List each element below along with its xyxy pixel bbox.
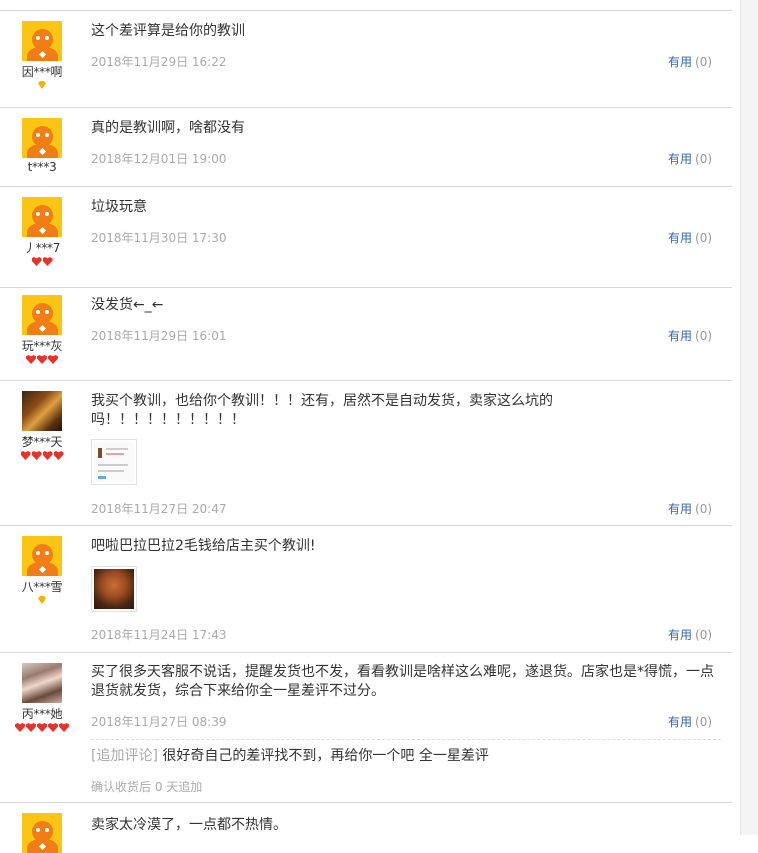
heart-icon xyxy=(43,451,53,460)
useful-label[interactable]: 有用 xyxy=(668,231,692,245)
review-content: 这个差评算是给你的教训 xyxy=(91,23,245,39)
heart-icon xyxy=(26,355,36,364)
heart-icon xyxy=(26,723,36,732)
reviewer-nickname: 玩***灰 xyxy=(21,339,63,353)
useful-button[interactable]: 有用 (0) xyxy=(668,500,712,517)
useful-button[interactable]: 有用 (0) xyxy=(668,229,712,246)
review-item: 丿***7 垃圾玩意 2018年11月30日 17:30 有用 (0) xyxy=(0,186,732,288)
useful-count: (0) xyxy=(695,715,713,729)
review-content: 没发货←_← xyxy=(91,297,164,313)
append-tag: [追加评论] xyxy=(91,748,158,764)
review-date: 2018年12月01日 19:00 xyxy=(91,152,227,166)
useful-button[interactable]: 有用 (0) xyxy=(668,327,712,344)
useful-count: (0) xyxy=(695,502,713,516)
reviewer-level-badges xyxy=(14,355,70,367)
divider xyxy=(91,739,721,740)
reviewer-nickname: 梦***天 xyxy=(21,435,63,449)
heart-icon xyxy=(48,723,58,732)
review-content: 买了很多天客服不说话，提醒发货也不发，看看教训是啥样这么难呢，遂退货。店家也是*… xyxy=(91,664,714,699)
diamond-icon xyxy=(37,596,47,605)
reviewer-nickname: 丙***她 xyxy=(21,707,63,721)
review-item: 卖家太冷漠了，一点都不热情。 xyxy=(0,802,732,853)
review-date: 2018年11月27日 08:39 xyxy=(91,715,227,729)
review-date: 2018年11月30日 17:30 xyxy=(91,231,227,245)
reviewer-level-badges xyxy=(14,596,70,608)
reviewer-nickname: 丿***7 xyxy=(23,241,61,255)
review-item: 玩***灰 没发货←_← 2018年11月29日 16:01 有用 (0) xyxy=(0,287,732,381)
reviewer-level-badges xyxy=(14,451,70,463)
useful-label[interactable]: 有用 xyxy=(668,152,692,166)
review-item: 因***啊 这个差评算是给你的教训 2018年11月29日 16:22 有用 (0… xyxy=(0,10,732,108)
review-photo-thumbnail[interactable] xyxy=(91,566,137,612)
review-photo-thumbnail[interactable] xyxy=(91,439,137,485)
heart-icon xyxy=(54,451,64,460)
reviewer-info: 玩***灰 xyxy=(14,295,70,367)
heart-icon xyxy=(37,355,47,364)
review-date: 2018年11月27日 20:47 xyxy=(91,502,227,516)
reviewer-info xyxy=(14,813,70,853)
append-text: 很好奇自己的差评找不到，再给你一个吧 全一星差评 xyxy=(162,748,489,764)
useful-label[interactable]: 有用 xyxy=(668,628,692,642)
avatar[interactable] xyxy=(22,197,62,237)
diamond-icon xyxy=(37,81,47,90)
reviewer-level-badges xyxy=(14,257,70,269)
review-content: 垃圾玩意 xyxy=(91,199,147,215)
useful-count: (0) xyxy=(695,231,713,245)
review-item: 梦***天 我买个教训，也给你个教训！！！还有，居然不是自动发货，卖家这么坑的吗… xyxy=(0,380,732,526)
useful-button[interactable]: 有用 (0) xyxy=(668,150,712,167)
reviewer-info: 八***雪 xyxy=(14,536,70,608)
review-item: t***3 真的是教训啊，啥都没有 2018年12月01日 19:00 有用 (0… xyxy=(0,107,732,187)
reviewer-nickname: 因***啊 xyxy=(21,65,63,79)
reviewer-info: 丿***7 xyxy=(14,197,70,269)
avatar[interactable] xyxy=(22,663,62,703)
avatar[interactable] xyxy=(22,813,62,853)
useful-label[interactable]: 有用 xyxy=(668,329,692,343)
avatar[interactable] xyxy=(22,295,62,335)
reviewer-info: 梦***天 xyxy=(14,391,70,463)
useful-button[interactable]: 有用 (0) xyxy=(668,626,712,643)
useful-count: (0) xyxy=(695,329,713,343)
heart-icon xyxy=(37,723,47,732)
reviewer-info: t***3 xyxy=(14,118,70,174)
page-scrollbar[interactable] xyxy=(740,0,758,835)
heart-icon xyxy=(32,451,42,460)
reviewer-level-badges xyxy=(14,723,70,735)
reviewer-info: 因***啊 xyxy=(14,21,70,93)
review-content: 真的是教训啊，啥都没有 xyxy=(91,120,245,136)
useful-count: (0) xyxy=(695,55,713,69)
append-meta: 确认收货后 0 天追加 xyxy=(91,780,203,794)
reviewer-nickname: t***3 xyxy=(27,160,57,174)
useful-label[interactable]: 有用 xyxy=(668,55,692,69)
review-item: 八***雪 吧啦巴拉巴拉2毛钱给店主买个教训! 2018年11月24日 17:4… xyxy=(0,525,732,653)
reviewer-level-badges xyxy=(14,81,70,93)
heart-icon xyxy=(59,723,69,732)
avatar[interactable] xyxy=(22,391,62,431)
avatar[interactable] xyxy=(22,21,62,61)
useful-label[interactable]: 有用 xyxy=(668,715,692,729)
heart-icon xyxy=(43,257,53,266)
useful-label[interactable]: 有用 xyxy=(668,502,692,516)
useful-button[interactable]: 有用 (0) xyxy=(668,53,712,70)
avatar[interactable] xyxy=(22,118,62,158)
review-content: 我买个教训，也给你个教训！！！还有，居然不是自动发货，卖家这么坑的吗！！！！！！… xyxy=(91,393,553,428)
appended-review: [追加评论] 很好奇自己的差评找不到，再给你一个吧 全一星差评 xyxy=(91,747,721,766)
heart-icon xyxy=(48,355,58,364)
review-item: 丙***她 买了很多天客服不说话，提醒发货也不发，看看教训是啥样这么难呢，遂退货… xyxy=(0,652,732,803)
avatar[interactable] xyxy=(22,536,62,576)
review-content: 吧啦巴拉巴拉2毛钱给店主买个教训! xyxy=(91,538,316,554)
reviewer-info: 丙***她 xyxy=(14,663,70,735)
heart-icon xyxy=(21,451,31,460)
useful-count: (0) xyxy=(695,628,713,642)
heart-icon xyxy=(15,723,25,732)
useful-button[interactable]: 有用 (0) xyxy=(668,713,712,730)
review-date: 2018年11月29日 16:01 xyxy=(91,329,227,343)
review-content: 卖家太冷漠了，一点都不热情。 xyxy=(91,817,287,833)
useful-count: (0) xyxy=(695,152,713,166)
review-date: 2018年11月29日 16:22 xyxy=(91,55,227,69)
review-date: 2018年11月24日 17:43 xyxy=(91,628,227,642)
heart-icon xyxy=(32,257,42,266)
reviewer-nickname: 八***雪 xyxy=(21,580,63,594)
